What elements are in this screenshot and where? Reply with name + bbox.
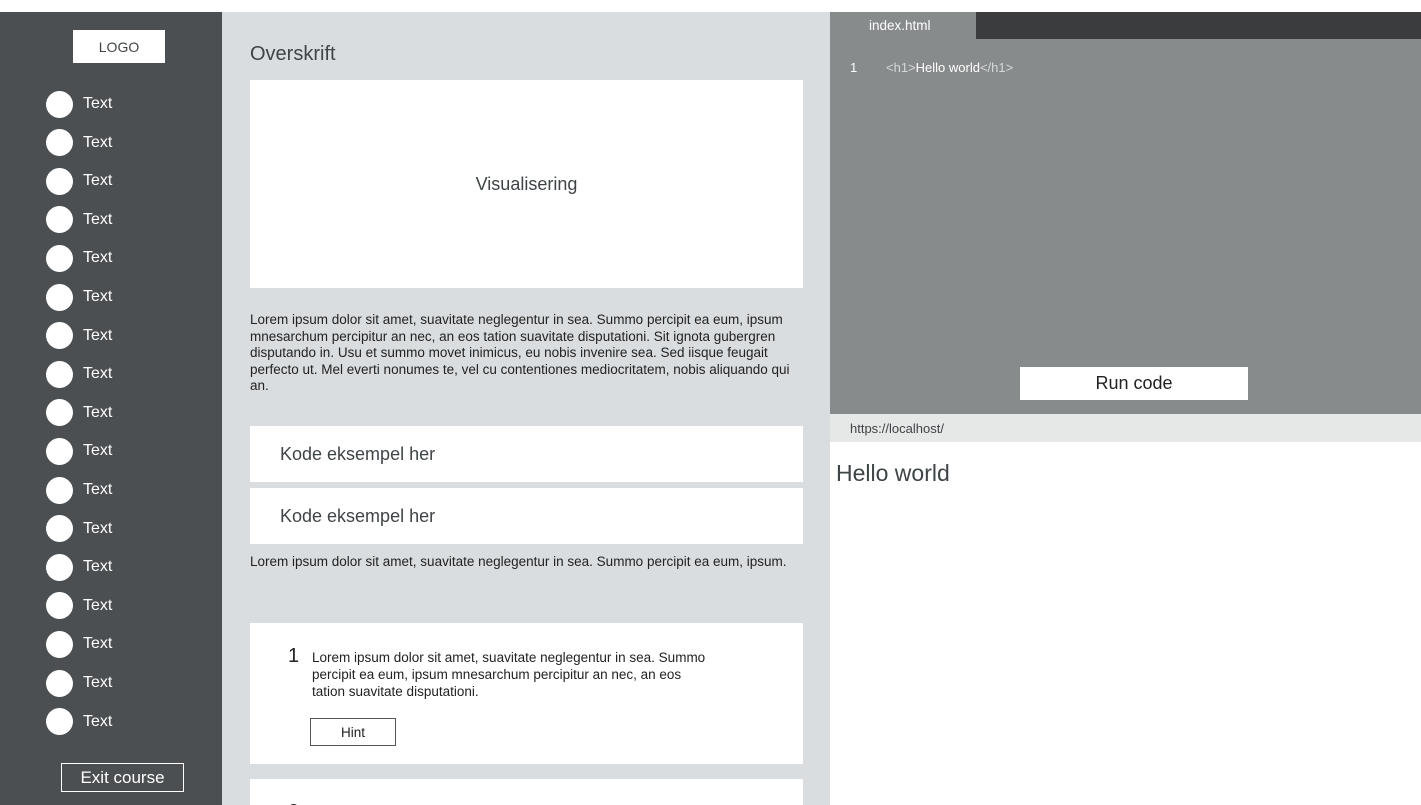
circle-icon	[46, 90, 73, 118]
code-line[interactable]: 1 <h1> Hello world </h1>	[850, 60, 1013, 75]
sidebar-item[interactable]: Text	[46, 476, 112, 504]
sidebar-item[interactable]: Text	[46, 592, 112, 620]
sidebar-item-label: Text	[83, 365, 113, 383]
sidebar-item-label: Text	[83, 249, 113, 267]
sidebar-item-label: Text	[83, 712, 113, 730]
sidebar-item-label: Text	[83, 635, 113, 653]
sidebar: LOGO Text Text Text Text Text Text Text Text Tex…	[0, 12, 222, 805]
sidebar-item[interactable]: Text	[46, 515, 112, 543]
sidebar-item[interactable]: Text	[46, 129, 112, 157]
exit-course-button[interactable]: Exit course	[61, 763, 184, 792]
sidebar-item-label: Text	[83, 172, 113, 190]
code-example-label: Kode eksempel her	[280, 443, 436, 464]
sidebar-item[interactable]: Text	[46, 630, 112, 658]
circle-icon	[46, 630, 73, 658]
sidebar-item-label: Text	[83, 403, 113, 421]
hint-button[interactable]: Hint	[310, 718, 396, 746]
sidebar-item[interactable]: Text	[46, 360, 112, 388]
code-example-label: Kode eksempel her	[280, 505, 436, 526]
page-title: Overskrift	[250, 43, 336, 65]
sidebar-item-label: Text	[83, 481, 113, 498]
code-close-tag: </h1>	[979, 60, 1014, 75]
circle-icon	[46, 708, 73, 736]
code-text: Hello world	[915, 60, 980, 75]
code-example-1[interactable]: Kode eksempel her	[250, 426, 803, 482]
preview-heading: Hello world	[836, 460, 950, 486]
line-number: 1	[850, 60, 858, 75]
sidebar-item[interactable]: Text	[46, 669, 112, 697]
sidebar-item[interactable]: Text	[46, 283, 112, 311]
editor-tab-bar: index.html	[830, 12, 1421, 40]
circle-icon	[46, 322, 73, 350]
circle-icon	[46, 167, 73, 195]
preview-url-bar[interactable]: https://localhost/	[830, 414, 1421, 442]
circle-icon	[46, 669, 73, 697]
top-border	[0, 0, 1421, 12]
circle-icon	[46, 206, 73, 234]
code-open-tag: <h1>	[886, 60, 916, 75]
sidebar-item-label: Text	[83, 288, 113, 305]
circle-icon	[46, 592, 73, 620]
lesson-paragraph-2: Lorem ipsum dolor sit amet, suavitate ne…	[250, 554, 787, 569]
sidebar-item[interactable]: Text	[46, 206, 112, 234]
sidebar-item-label: Text	[83, 558, 113, 576]
circle-icon	[46, 476, 73, 504]
sidebar-item[interactable]: Text	[46, 90, 112, 118]
sidebar-item[interactable]: Text	[46, 167, 112, 195]
code-editor: index.html 1 <h1> Hello world </h1> Run …	[830, 12, 1421, 414]
circle-icon	[46, 437, 73, 465]
task-number: 1	[288, 645, 300, 667]
lesson-paragraph: Lorem ipsum dolor sit amet, suavitate ne…	[250, 312, 790, 393]
tab-index-html[interactable]: index.html	[830, 12, 976, 40]
circle-icon	[46, 399, 73, 427]
sidebar-item-label: Text	[83, 674, 113, 691]
sidebar-item[interactable]: Text	[46, 399, 112, 427]
logo: LOGO	[73, 30, 165, 63]
sidebar-item[interactable]: Text	[46, 322, 112, 350]
task-number: 2	[288, 801, 299, 805]
sidebar-item[interactable]: Text	[46, 437, 112, 465]
lesson-content: Overskrift Visualisering Lorem ipsum dol…	[222, 12, 830, 805]
preview-pane: Hello world	[830, 442, 1421, 805]
circle-icon	[46, 360, 73, 388]
circle-icon	[46, 553, 73, 581]
circle-icon	[46, 244, 73, 272]
sidebar-item-label: Text	[83, 596, 113, 614]
sidebar-item-label: Text	[83, 442, 113, 460]
circle-icon	[46, 283, 73, 311]
circle-icon	[46, 515, 73, 543]
sidebar-item-label: Text	[83, 519, 113, 537]
task-card-1: 1 Lorem ipsum dolor sit amet, suavitate …	[250, 623, 803, 764]
code-example-2[interactable]: Kode eksempel her	[250, 488, 803, 544]
run-code-button[interactable]: Run code	[1020, 367, 1248, 400]
task-text: Lorem ipsum dolor sit amet, suavitate ne…	[312, 650, 706, 699]
task-card-2: 2	[250, 779, 803, 805]
sidebar-item-label: Text	[83, 95, 113, 112]
sidebar-item-label: Text	[83, 326, 113, 344]
preview-url: https://localhost/	[850, 420, 944, 436]
sidebar-item[interactable]: Text	[46, 708, 112, 736]
circle-icon	[46, 129, 73, 157]
visualization-label: Visualisering	[475, 173, 578, 194]
sidebar-item[interactable]: Text	[46, 553, 112, 581]
sidebar-item[interactable]: Text	[46, 244, 112, 272]
sidebar-item-label: Text	[83, 133, 113, 151]
visualization-panel: Visualisering	[250, 80, 803, 288]
sidebar-item-label: Text	[83, 210, 113, 228]
